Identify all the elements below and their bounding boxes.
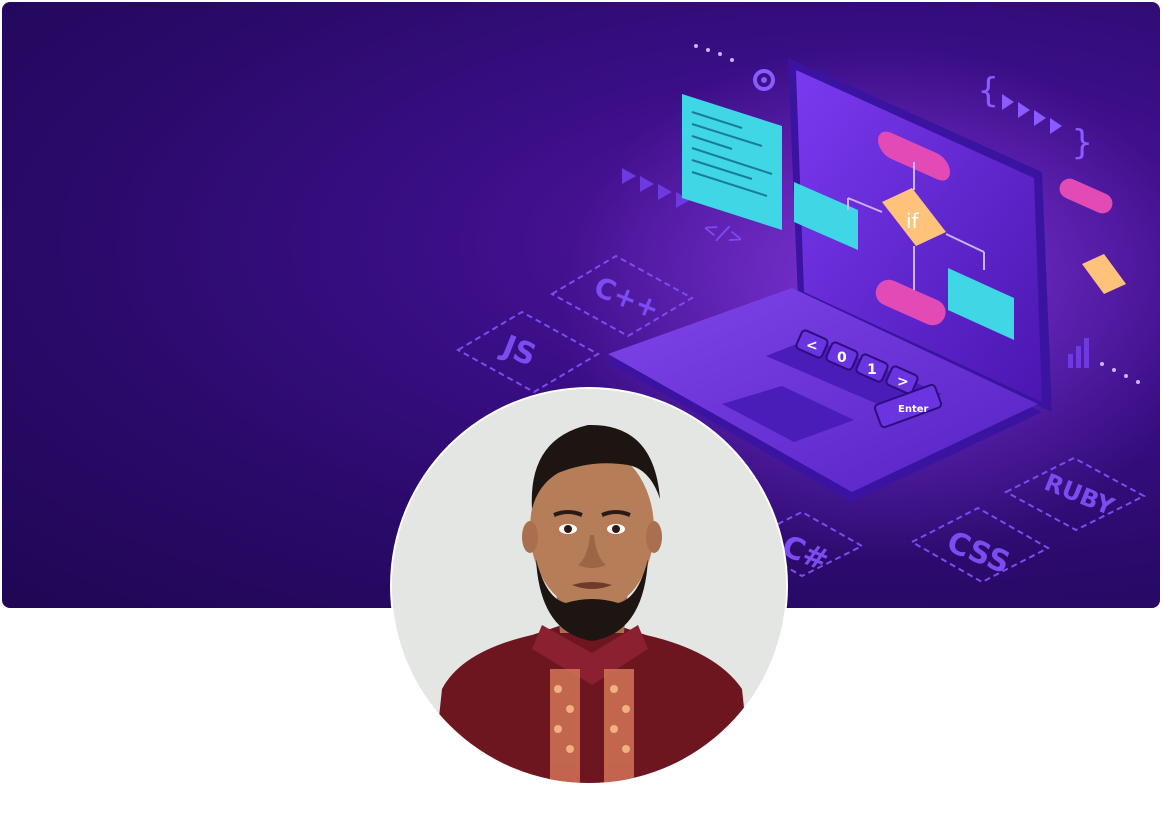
key-1: 1 — [867, 362, 877, 378]
profile-photo-icon — [392, 389, 786, 783]
profile-header: { } </> if < 0 1 > Enter C++ JS C# CSS R… — [0, 0, 1163, 819]
svg-text:{: { — [978, 71, 998, 111]
key-left: < — [806, 338, 818, 354]
key-right: > — [897, 374, 909, 390]
key-enter: Enter — [898, 404, 929, 415]
key-0: 0 — [837, 350, 847, 366]
if-label: if — [906, 209, 920, 233]
svg-text:}: } — [1072, 123, 1092, 163]
svg-text:JS: JS — [496, 328, 541, 373]
profile-avatar[interactable] — [392, 389, 786, 783]
